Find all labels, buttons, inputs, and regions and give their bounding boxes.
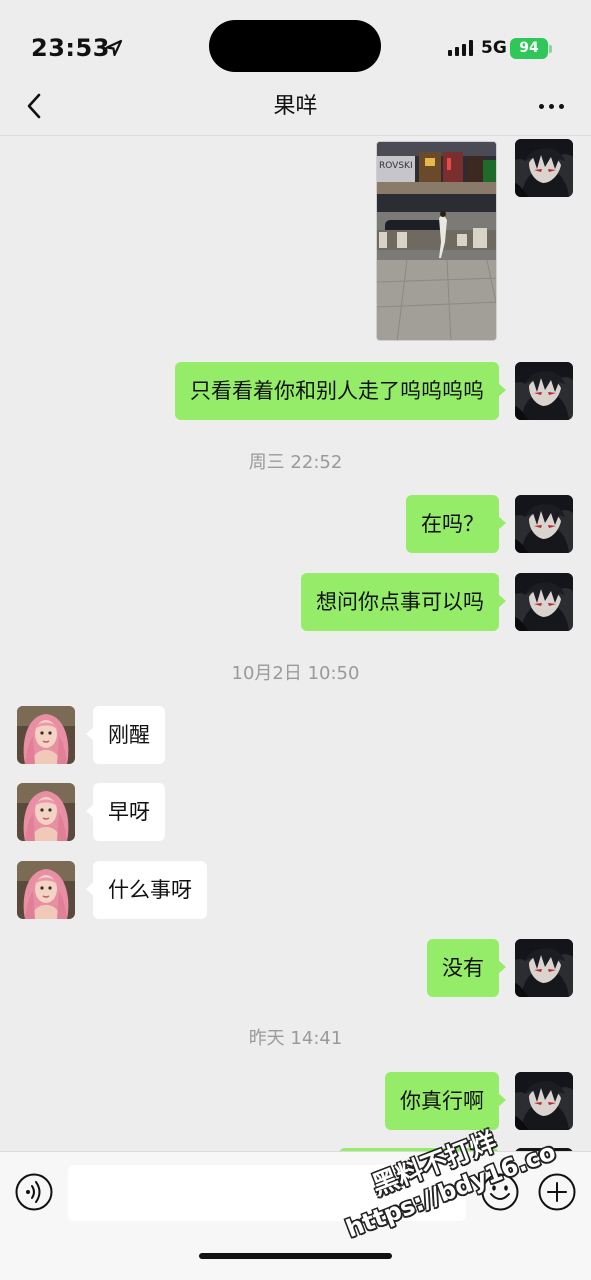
- chat-title: 果咩: [273, 94, 318, 119]
- message-bubble-received[interactable]: 早呀: [86, 783, 165, 841]
- timestamp: 10月2日 10:50: [231, 663, 360, 684]
- battery-tip: [549, 45, 552, 53]
- plus-icon[interactable]: [537, 1172, 577, 1212]
- photo-sign: ROVSKI: [379, 161, 413, 171]
- my-avatar[interactable]: [515, 573, 573, 631]
- my-avatar[interactable]: [515, 1072, 573, 1130]
- network-type: 5G: [481, 38, 507, 58]
- my-avatar[interactable]: [515, 939, 573, 997]
- street-photo: ROVSKI: [377, 142, 496, 340]
- message-bubble-sent[interactable]: 你真行啊: [385, 1072, 506, 1130]
- message-bubble-received[interactable]: 刚醒: [86, 706, 165, 764]
- input-bar: [0, 1151, 591, 1280]
- my-avatar[interactable]: [515, 139, 573, 197]
- my-avatar[interactable]: [515, 362, 573, 420]
- contact-avatar[interactable]: [17, 783, 75, 841]
- location-arrow-icon: [105, 39, 123, 57]
- signal-icon: [448, 40, 473, 56]
- more-dots-icon: [538, 103, 544, 109]
- battery-icon: 94: [510, 38, 548, 59]
- message-bubble-sent[interactable]: 在吗？: [406, 495, 506, 553]
- chat-area[interactable]: ROVSKI 只看看着你和别人走了呜呜呜呜 周三 22:52 在吗？ 想问你点事…: [0, 137, 591, 1151]
- voice-icon[interactable]: [14, 1172, 54, 1212]
- message-input[interactable]: [68, 1165, 466, 1221]
- nav-bar: 果咩: [0, 76, 591, 136]
- contact-avatar[interactable]: [17, 706, 75, 764]
- my-avatar[interactable]: [515, 495, 573, 553]
- contact-avatar[interactable]: [17, 861, 75, 919]
- home-indicator: [199, 1253, 392, 1259]
- timestamp: 周三 22:52: [248, 452, 343, 473]
- status-bar: 23:53 5G 94: [0, 0, 591, 76]
- status-time: 23:53: [31, 34, 110, 62]
- dynamic-island: [209, 20, 381, 72]
- image-message[interactable]: ROVSKI: [376, 141, 497, 341]
- message-bubble-received[interactable]: 什么事呀: [86, 861, 207, 919]
- timestamp: 昨天 14:41: [248, 1028, 343, 1049]
- message-bubble-sent[interactable]: 只看看着你和别人走了呜呜呜呜: [175, 362, 506, 420]
- more-button[interactable]: [531, 88, 571, 124]
- message-bubble-sent[interactable]: 没有: [427, 939, 506, 997]
- message-bubble-sent[interactable]: 想问你点事可以吗: [301, 573, 506, 631]
- emoji-icon[interactable]: [480, 1172, 520, 1212]
